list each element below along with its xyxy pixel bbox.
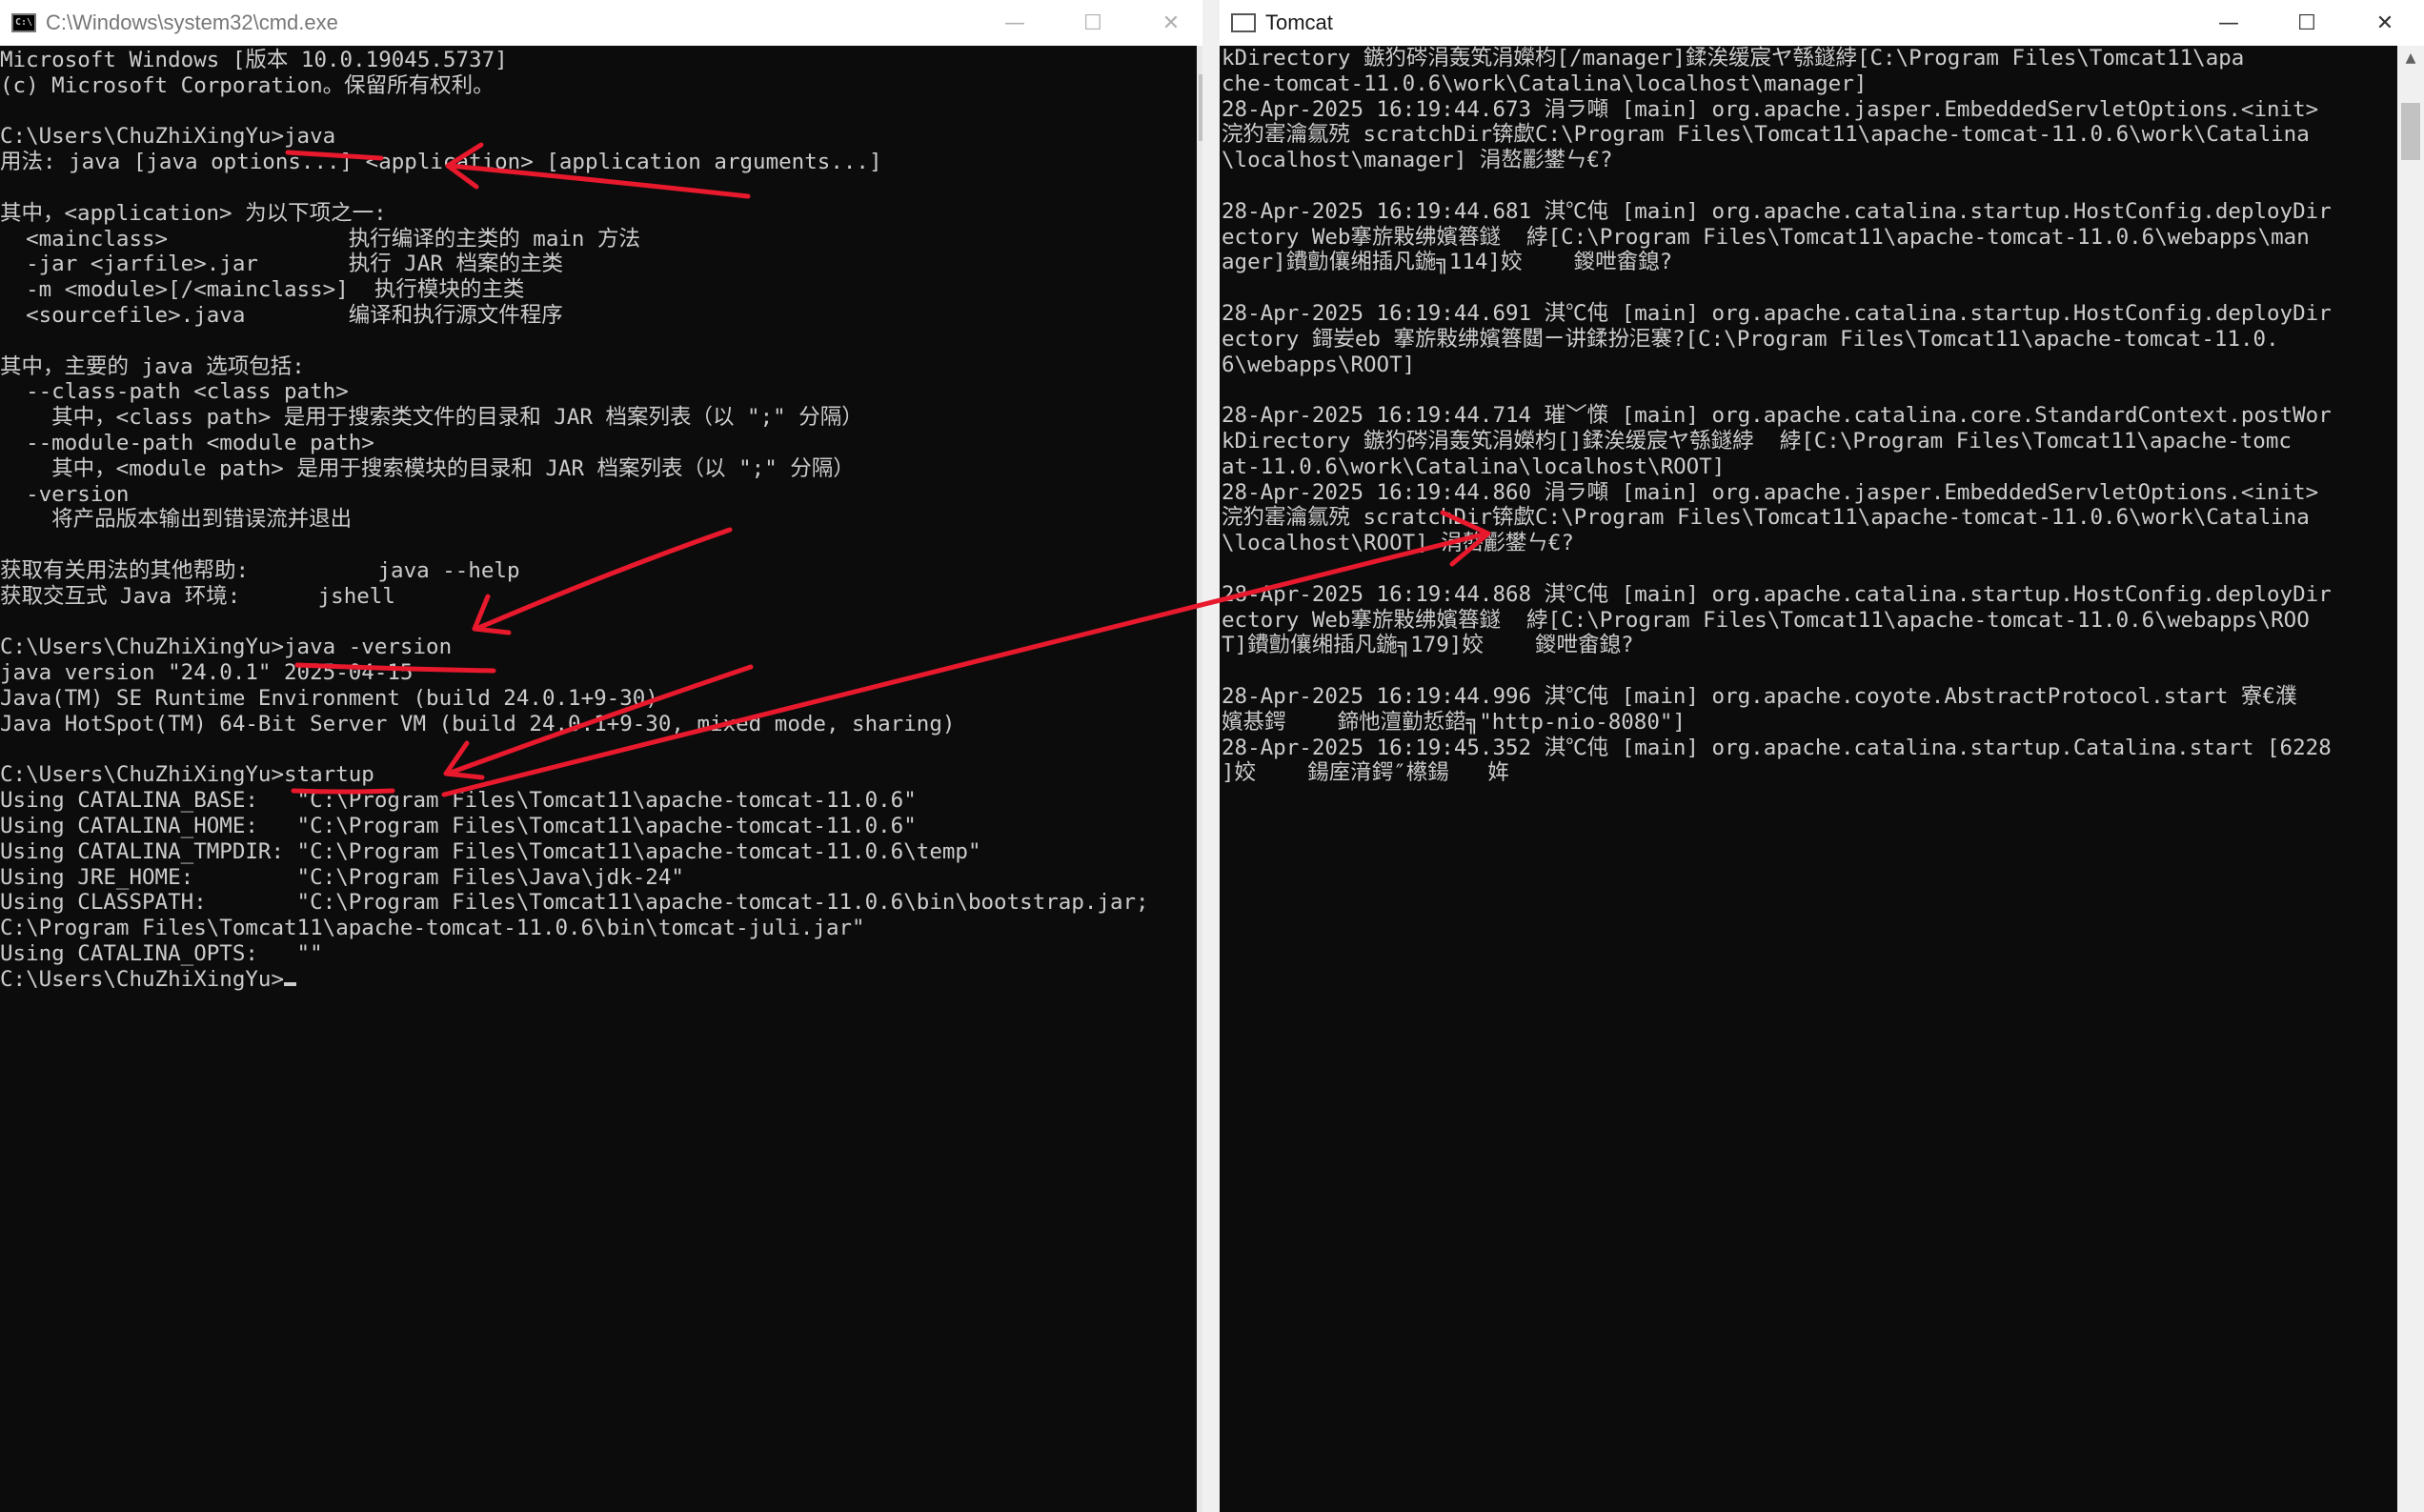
console-line: (c) Microsoft Corporation。保留所有权利。 xyxy=(0,72,495,98)
console-line: C:\Program Files\Tomcat11\apache-tomcat-… xyxy=(0,916,865,941)
window-divider xyxy=(1202,0,1220,1512)
console-line: Java(TM) SE Runtime Environment (build 2… xyxy=(0,685,658,711)
console-line: 获取交互式 Java 环境: jshell xyxy=(0,583,395,609)
console-line: <mainclass> 执行编译的主类的 main 方法 xyxy=(0,226,641,252)
console-line: ager]鐨勯儴缃插凡鍦╗114]姣 鍐呭畬鎴? xyxy=(1222,250,1673,275)
console-line: 浣犳寚瀹氱殑 scratchDir锛歔C:\Program Files\Tomc… xyxy=(1222,122,2310,148)
text-cursor xyxy=(284,981,297,986)
console-line: 28-Apr-2025 16:19:44.673 涓ラ噸 [main] org.… xyxy=(1222,96,2319,122)
tomcat-scrollbar-thumb[interactable] xyxy=(2401,103,2420,160)
console-line: kDirectory 鏃犳硶涓轰笂涓嬫枃[]鍒涘缓宸ヤ綔鐩綍 綍[C:\Prog… xyxy=(1222,428,2292,454)
console-line: 其中，<application> 为以下项之一: xyxy=(0,200,387,226)
console-line: C:\Users\ChuZhiXingYu>startup xyxy=(0,762,374,788)
console-line: 28-Apr-2025 16:19:44.868 淇℃伅 [main] org.… xyxy=(1222,581,2332,607)
cmd-window[interactable]: C:\ C:\Windows\system32\cmd.exe — ☐ ✕ Mi… xyxy=(0,0,1210,1512)
console-line: ]姣 鍚庢湇鍔″櫒鍚 姩 xyxy=(1222,760,1509,786)
console-line: --module-path <module path> xyxy=(0,430,374,455)
console-line: 其中，主要的 java 选项包括: xyxy=(0,353,305,379)
cmd-caption-buttons: — ☐ ✕ xyxy=(976,0,1210,46)
console-line: Using CATALINA_TMPDIR: "C:\Program Files… xyxy=(0,838,981,864)
console-line: 6\webapps\ROOT] xyxy=(1222,352,1416,377)
console-line: Microsoft Windows [版本 10.0.19045.5737] xyxy=(0,48,508,72)
console-line: che-tomcat-11.0.6\work\Catalina\localhos… xyxy=(1222,71,1868,96)
tomcat-caption-buttons: — ☐ ✕ xyxy=(2190,0,2424,46)
console-line: 浣犳寚瀹氱殑 scratchDir锛歔C:\Program Files\Tomc… xyxy=(1222,505,2310,531)
console-line: ectory Web搴旂敤绋嬪簭鐩 綍[C:\Program Files\Tom… xyxy=(1222,224,2310,250)
console-line: C:\Users\ChuZhiXingYu> xyxy=(0,967,1210,993)
console-line: -m <module>[/<mainclass>] 执行模块的主类 xyxy=(0,277,525,303)
maximize-icon[interactable]: ☐ xyxy=(2268,0,2346,46)
close-icon[interactable]: ✕ xyxy=(1132,0,1210,46)
console-line: ectory Web搴旂敤绋嬪簭鐩 綍[C:\Program Files\Tom… xyxy=(1222,607,2310,633)
console-line: <sourcefile>.java 编译和执行源文件程序 xyxy=(0,302,563,328)
console-line: ectory 鎶妛eb 搴旂敤绋嬪簭閮ㄧ讲鍒扮洰褰?[C:\Program Fi… xyxy=(1222,326,2279,352)
minimize-icon[interactable]: — xyxy=(976,0,1054,46)
tomcat-window-icon xyxy=(1231,13,1256,32)
console-line: Using CATALINA_BASE: "C:\Program Files\T… xyxy=(0,788,917,814)
tomcat-scrollbar[interactable]: ▲ xyxy=(2397,46,2424,1512)
console-line: Using CATALINA_OPTS: "" xyxy=(0,940,323,966)
console-line: 28-Apr-2025 16:19:44.996 淇℃伅 [main] org.… xyxy=(1222,683,2297,709)
console-line: --class-path <class path> xyxy=(0,379,349,405)
tomcat-window-title: Tomcat xyxy=(1265,10,1333,34)
console-line: 28-Apr-2025 16:19:44.860 涓ラ噸 [main] org.… xyxy=(1222,479,2319,505)
console-line: -jar <jarfile>.jar 执行 JAR 档案的主类 xyxy=(0,252,563,277)
tomcat-console-output[interactable]: kDirectory 鏃犳硶涓轰笂涓嬫枃[/manager]鍒涘缓宸ヤ綔鐩綍[C… xyxy=(1220,46,2397,1512)
console-line: C:\Users\ChuZhiXingYu>java -version xyxy=(0,635,453,660)
console-line: 28-Apr-2025 16:19:44.681 淇℃伅 [main] org.… xyxy=(1222,198,2332,224)
console-line: 将产品版本输出到错误流并退出 xyxy=(0,507,353,533)
console-line: 其中，<module path> 是用于搜索模块的目录和 JAR 档案列表（以 … xyxy=(0,455,855,481)
tomcat-window[interactable]: Tomcat — ☐ ✕ kDirectory 鏃犳硶涓轰笂涓嬫枃[/manag… xyxy=(1220,0,2424,1512)
minimize-icon[interactable]: — xyxy=(2190,0,2268,46)
close-icon[interactable]: ✕ xyxy=(2346,0,2424,46)
console-line: 28-Apr-2025 16:19:45.352 淇℃伅 [main] org.… xyxy=(1222,735,2332,760)
tomcat-titlebar[interactable]: Tomcat — ☐ ✕ xyxy=(1220,0,2424,46)
cmd-window-icon: C:\ xyxy=(11,13,36,32)
cmd-console-output[interactable]: Microsoft Windows [版本 10.0.19045.5737] (c… xyxy=(0,46,1210,1512)
console-line: T]鐨勯儴缃插凡鍦╗179]姣 鍐呭畬鎴? xyxy=(1222,633,1634,658)
console-line: Using CATALINA_HOME: "C:\Program Files\T… xyxy=(0,813,917,838)
console-line: \localhost\manager] 涓嶅彲鐢ㄣ€? xyxy=(1222,148,1613,173)
console-line: Using JRE_HOME: "C:\Program Files\Java\j… xyxy=(0,864,684,890)
cmd-window-title: C:\Windows\system32\cmd.exe xyxy=(46,10,338,34)
console-line: \localhost\ROOT] 涓嶅彲鐢ㄣ€? xyxy=(1222,531,1574,556)
console-line: C:\Users\ChuZhiXingYu>java xyxy=(0,124,336,150)
console-line: Using CLASSPATH: "C:\Program Files\Tomca… xyxy=(0,890,1149,916)
console-line: java version "24.0.1" 2025-04-15 xyxy=(0,660,414,686)
console-line: 获取有关用法的其他帮助: java --help xyxy=(0,557,520,583)
console-line: at-11.0.6\work\Catalina\localhost\ROOT] xyxy=(1222,454,1726,479)
scroll-up-icon[interactable]: ▲ xyxy=(2397,46,2424,71)
console-line: kDirectory 鏃犳硶涓轰笂涓嬫枃[/manager]鍒涘缓宸ヤ綔鐩綍[C… xyxy=(1222,46,2245,71)
console-line: -version xyxy=(0,481,130,507)
console-line: 嬪惎鍔 鍗忚澶勭悊鍣╗"http-nio-8080"] xyxy=(1222,709,1686,735)
console-line: 28-Apr-2025 16:19:44.691 淇℃伅 [main] org.… xyxy=(1222,300,2332,326)
console-line: 其中，<class path> 是用于搜索类文件的目录和 JAR 档案列表（以 … xyxy=(0,405,863,431)
console-line: 28-Apr-2025 16:19:44.714 璀﹀憡 [main] org.… xyxy=(1222,403,2332,429)
console-line: Java HotSpot(TM) 64-Bit Server VM (build… xyxy=(0,711,956,736)
console-line: 用法: java [java options...] <application>… xyxy=(0,150,882,175)
maximize-icon[interactable]: ☐ xyxy=(1054,0,1132,46)
cmd-titlebar[interactable]: C:\ C:\Windows\system32\cmd.exe — ☐ ✕ xyxy=(0,0,1210,46)
